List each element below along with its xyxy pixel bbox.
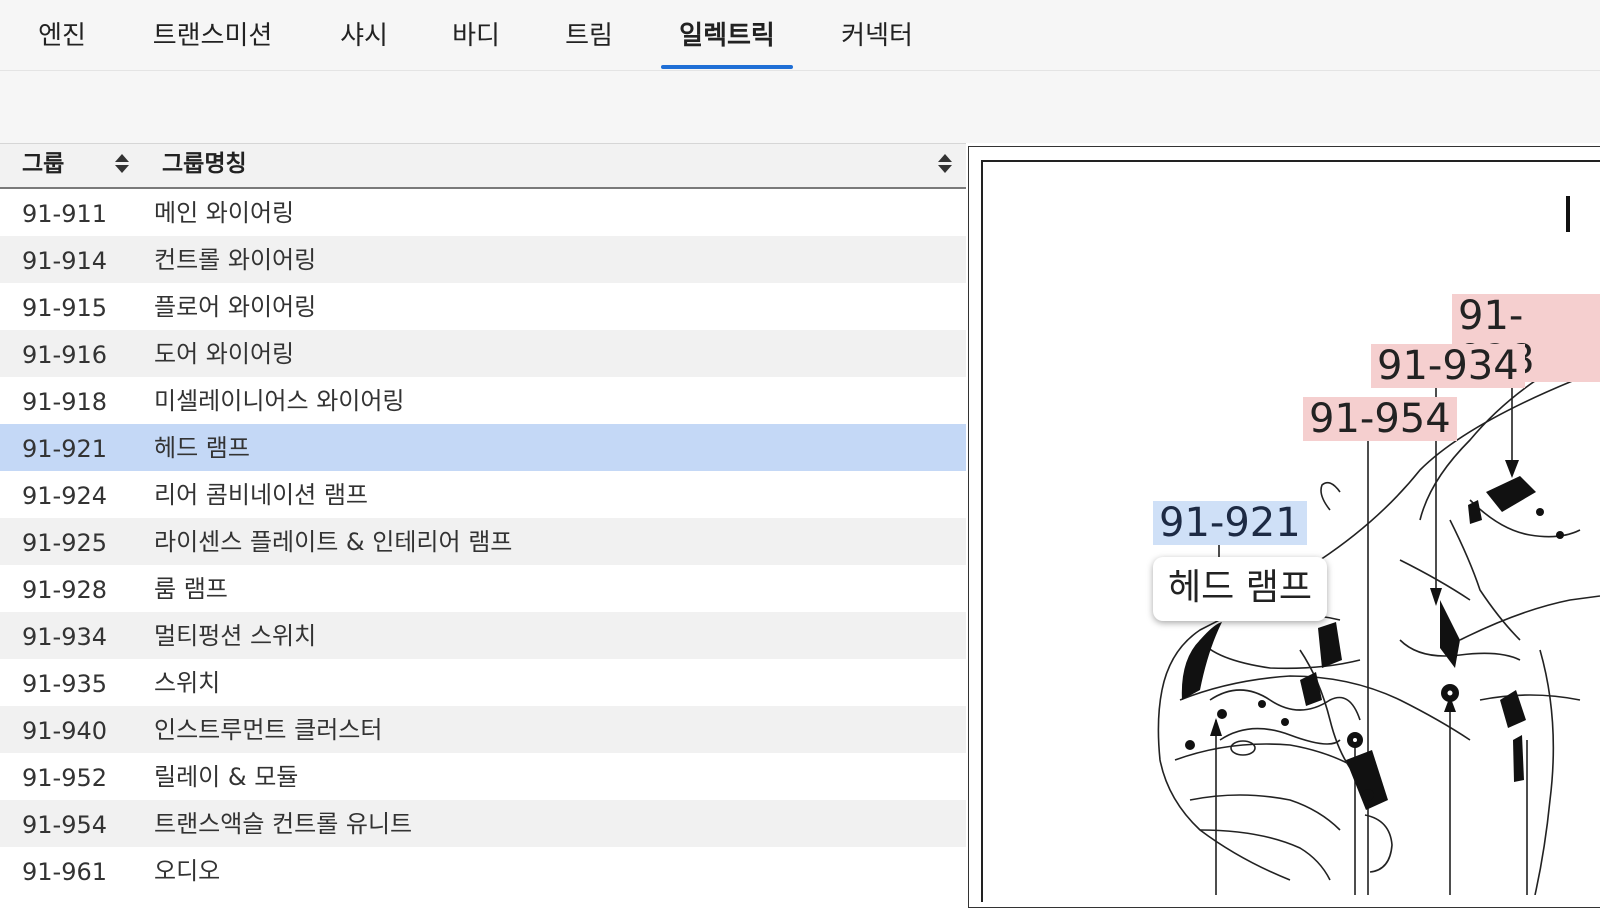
- callout-91-934[interactable]: 91-934: [1371, 344, 1525, 388]
- callout-91-954[interactable]: 91-954: [1303, 397, 1457, 441]
- car-wiring-diagram: [1157, 196, 1600, 895]
- callout-91-921[interactable]: 91-921: [1153, 501, 1307, 545]
- callout-tooltip: 헤드 램프: [1153, 557, 1327, 621]
